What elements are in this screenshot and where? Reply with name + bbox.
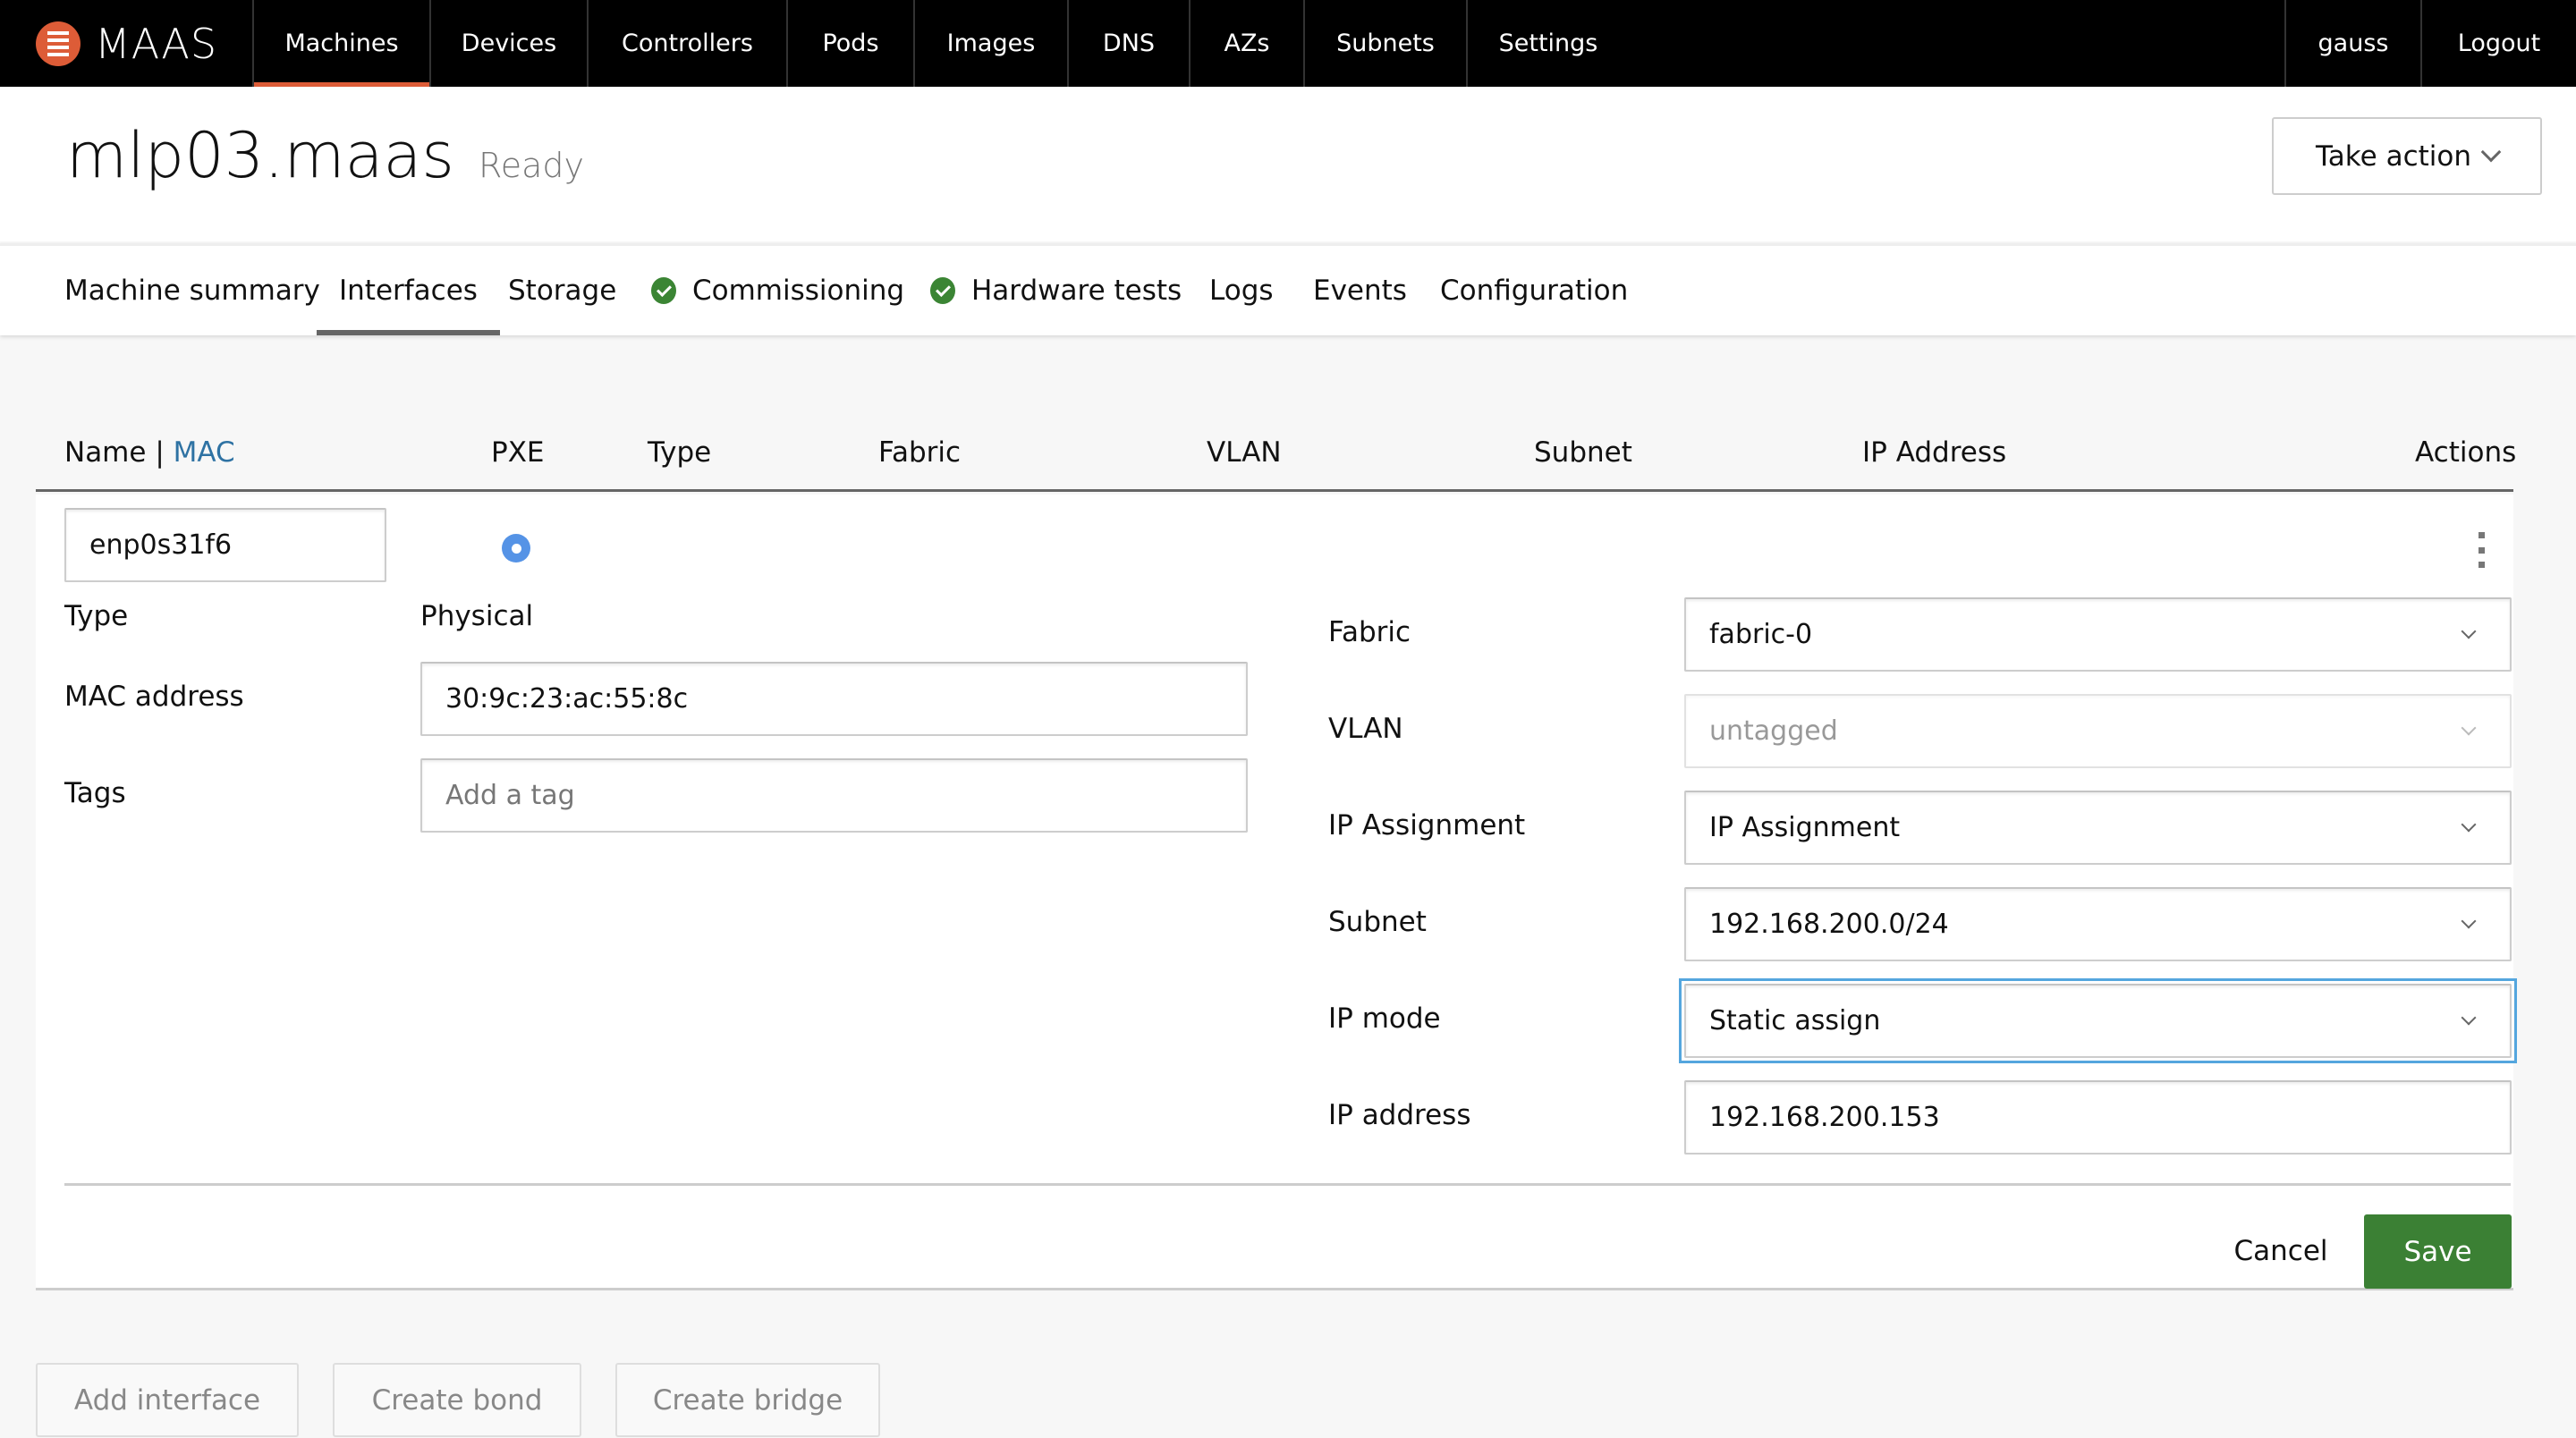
machine-tabs: Machine summary Interfaces Storage Commi… [0, 243, 2576, 335]
chevron-down-icon [2461, 913, 2477, 929]
column-subnet: Subnet [1534, 436, 1632, 469]
tab-logs[interactable]: Logs [1209, 246, 1274, 335]
vlan-value: untagged [1709, 715, 1838, 747]
success-check-icon [930, 277, 955, 304]
ip-mode-label: IP mode [1328, 1002, 1441, 1035]
tab-storage[interactable]: Storage [508, 246, 616, 335]
tab-configuration[interactable]: Configuration [1440, 246, 1628, 335]
chevron-down-icon [2480, 141, 2502, 162]
top-navigation: MAAS Machines Devices Controllers Pods I… [0, 0, 2576, 87]
ip-address-input[interactable]: 192.168.200.153 [1684, 1080, 2512, 1155]
pxe-radio[interactable] [502, 534, 530, 563]
ip-address-value: 192.168.200.153 [1709, 1102, 1940, 1133]
subnet-label: Subnet [1328, 906, 1427, 938]
ip-address-label: IP address [1328, 1099, 1471, 1131]
column-name[interactable]: Name [64, 436, 146, 469]
vlan-select[interactable]: untagged [1684, 694, 2512, 768]
nav-pods[interactable]: Pods [786, 0, 913, 87]
column-separator: | [155, 436, 165, 469]
nav-subnets[interactable]: Subnets [1303, 0, 1466, 87]
interface-name-input[interactable]: enp0s31f6 [64, 508, 386, 582]
fabric-value: fabric-0 [1709, 619, 1813, 650]
tags-placeholder: Add a tag [445, 780, 575, 811]
add-interface-button[interactable]: Add interface [36, 1363, 299, 1437]
tab-commissioning-label: Commissioning [692, 275, 905, 307]
chevron-down-icon [2461, 1010, 2477, 1026]
subnet-select[interactable]: 192.168.200.0/24 [1684, 887, 2512, 961]
nav-user[interactable]: gauss [2284, 0, 2420, 87]
chevron-down-icon [2461, 816, 2477, 833]
column-name-mac: Name | MAC [64, 436, 235, 469]
tab-interfaces[interactable]: Interfaces [317, 246, 500, 335]
maas-logo-icon [36, 21, 80, 66]
form-divider [64, 1183, 2511, 1186]
cancel-button[interactable]: Cancel [2200, 1214, 2361, 1288]
fabric-label: Fabric [1328, 616, 1411, 648]
machine-status: Ready [479, 146, 584, 185]
tags-input[interactable]: Add a tag [420, 758, 1248, 833]
tab-hardware-tests[interactable]: Hardware tests [930, 246, 1182, 335]
page-title: mlp03.maas [66, 119, 454, 192]
brand-name: MAAS [95, 19, 218, 68]
save-button[interactable]: Save [2364, 1214, 2512, 1289]
ip-mode-value: Static assign [1709, 1005, 1881, 1036]
nav-devices[interactable]: Devices [429, 0, 587, 87]
ip-mode-select[interactable]: Static assign [1684, 984, 2512, 1058]
tab-events[interactable]: Events [1313, 246, 1407, 335]
more-actions-icon[interactable] [2472, 532, 2490, 568]
nav-logout[interactable]: Logout [2420, 0, 2576, 87]
subnet-value: 192.168.200.0/24 [1709, 909, 1949, 940]
take-action-label: Take action [2316, 140, 2471, 173]
mac-address-label: MAC address [64, 681, 244, 713]
nav-machines[interactable]: Machines [252, 0, 429, 87]
ip-assignment-select[interactable]: IP Assignment [1684, 791, 2512, 865]
maas-logo[interactable]: MAAS [36, 0, 252, 87]
create-bond-button[interactable]: Create bond [333, 1363, 581, 1437]
interfaces-table-header: Name | MAC PXE Type Fabric VLAN Subnet I… [36, 420, 2517, 492]
chevron-down-icon [2461, 720, 2477, 736]
interface-edit-form: enp0s31f6 Type Physical MAC address 30:9… [36, 495, 2517, 1290]
mac-address-value: 30:9c:23:ac:55:8c [445, 683, 689, 715]
create-bridge-button[interactable]: Create bridge [615, 1363, 880, 1437]
tab-commissioning[interactable]: Commissioning [651, 246, 904, 335]
column-ip-address: IP Address [1862, 436, 2007, 469]
machine-header: mlp03.maas Ready Take action [0, 87, 2576, 241]
success-check-icon [651, 277, 676, 304]
mac-address-input[interactable]: 30:9c:23:ac:55:8c [420, 662, 1248, 736]
take-action-button[interactable]: Take action [2272, 117, 2542, 195]
column-type: Type [648, 436, 712, 469]
tab-hardware-tests-label: Hardware tests [971, 275, 1182, 307]
column-vlan: VLAN [1207, 436, 1282, 469]
nav-images[interactable]: Images [913, 0, 1067, 87]
nav-settings[interactable]: Settings [1466, 0, 1629, 87]
tab-machine-summary[interactable]: Machine summary [64, 246, 320, 335]
ip-assignment-label: IP Assignment [1328, 809, 1526, 842]
nav-azs[interactable]: AZs [1189, 0, 1303, 87]
column-pxe: PXE [491, 436, 545, 469]
nav-controllers[interactable]: Controllers [587, 0, 786, 87]
nav-dns[interactable]: DNS [1067, 0, 1189, 87]
vlan-label: VLAN [1328, 713, 1403, 745]
column-actions: Actions [2415, 436, 2517, 469]
fabric-select[interactable]: fabric-0 [1684, 597, 2512, 672]
interface-name-value: enp0s31f6 [89, 529, 233, 561]
type-label: Type [64, 600, 129, 632]
chevron-down-icon [2461, 623, 2477, 639]
column-mac-toggle[interactable]: MAC [174, 436, 235, 469]
type-value: Physical [420, 600, 534, 632]
ip-assignment-value: IP Assignment [1709, 812, 1901, 843]
column-fabric: Fabric [878, 436, 962, 469]
tags-label: Tags [64, 777, 126, 809]
